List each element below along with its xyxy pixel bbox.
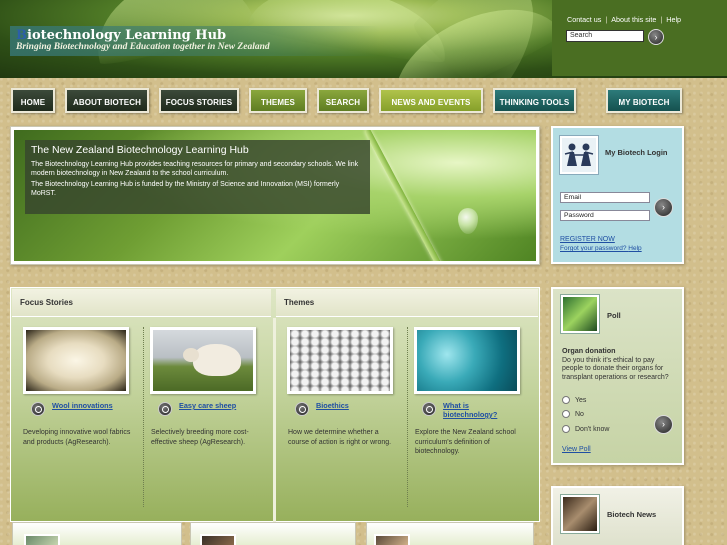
poll-thumbnail [561,295,599,333]
section-divider [273,318,276,522]
site-tagline: Bringing Biotechnology and Education tog… [16,42,270,52]
bottom-card-image[interactable] [24,534,60,545]
register-link[interactable]: REGISTER NOW [560,236,615,243]
hero-title: The New Zealand Biotechnology Learning H… [31,144,249,156]
hero-image-grass-dewdrop: The New Zealand Biotechnology Learning H… [14,130,536,261]
card-separator [407,327,408,507]
radio-button[interactable] [562,396,570,404]
wool-image[interactable] [23,327,129,394]
radio-button[interactable] [562,410,570,418]
poll-submit-button[interactable]: › [654,415,673,434]
people-icon [562,138,596,172]
magnifier-icon[interactable] [422,402,436,416]
site-header: Biotechnology Learning Hub Bringing Biot… [0,0,727,78]
card-title-what-is-biotech[interactable]: What is biotechnology? [443,401,513,419]
poll-option-no[interactable]: No [562,410,584,418]
nav-home[interactable]: HOME [11,88,55,113]
link-separator: | [605,15,608,24]
hero-banner: The New Zealand Biotechnology Learning H… [10,126,540,265]
news-panel: Biotech News [551,486,684,545]
nav-about-biotech[interactable]: ABOUT BIOTECH [65,88,149,113]
hero-text-box: The New Zealand Biotechnology Learning H… [25,140,370,214]
poll-question: Do you think it's ethical to pay people … [562,357,669,381]
poll-panel: Poll Organ donation Do you think it's et… [551,287,684,465]
card-separator [143,327,144,507]
nav-news-and-events[interactable]: NEWS AND EVENTS [379,88,483,113]
nav-thinking-tools[interactable]: THINKING TOOLS [493,88,576,113]
poll-option-label: Don't know [575,425,610,433]
card-title-wool[interactable]: Wool innovations [52,401,113,410]
forgot-password-link[interactable]: Forgot your password? [560,245,626,252]
email-field[interactable]: Email [560,192,650,203]
bottom-card-image[interactable] [200,534,236,545]
news-title[interactable]: Biotech News [607,510,656,519]
login-title: My Biotech Login [605,148,668,157]
poll-title: Poll [607,311,621,320]
utility-links: Contact us | About this site | Help [567,15,681,24]
radio-button[interactable] [562,425,570,433]
view-poll-link[interactable]: View Poll [562,446,591,453]
card-title-sheep[interactable]: Easy care sheep [179,401,236,410]
poll-option-label: Yes [575,396,587,404]
contact-link[interactable]: Contact us [567,15,601,24]
bioethics-image[interactable] [287,327,393,394]
poll-question-title: Organ donation [562,346,616,355]
nav-themes[interactable]: THEMES [249,88,307,113]
login-go-button[interactable]: › [654,198,673,217]
login-panel: My Biotech Login Email Password › REGIST… [551,126,684,264]
magnifier-icon[interactable] [158,402,172,416]
nav-my-biotech[interactable]: MY BIOTECH [606,88,682,113]
link-separator: | [660,15,663,24]
hero-paragraph: The Biotechnology Learning Hub is funded… [31,181,340,197]
hero-grass-stem [364,130,450,261]
forgot-help-links: Forgot your password? Help [560,245,642,252]
focus-stories-heading: Focus Stories [12,289,271,317]
help-link[interactable]: Help [666,15,681,24]
search-input[interactable]: Search [566,30,644,42]
password-field[interactable]: Password [560,210,650,221]
sheep-body [193,344,241,376]
nav-search[interactable]: SEARCH [317,88,369,113]
themes-heading: Themes [276,289,538,317]
site-logo-text: iotechnology Learning Hub [27,28,227,43]
card-desc-wool: Developing innovative wool fabrics and p… [23,429,131,446]
login-avatar [560,136,598,174]
bottom-card-image[interactable] [374,534,410,545]
about-site-link[interactable]: About this site [611,15,656,24]
card-desc-bioethics: How we determine whether a course of act… [288,429,392,446]
card-desc-sheep: Selectively breeding more cost-effective… [151,429,249,446]
poll-option-dont-know[interactable]: Don't know [562,425,609,433]
magnifier-icon[interactable] [31,402,45,416]
poll-option-yes[interactable]: Yes [562,396,586,404]
card-title-bioethics[interactable]: Bioethics [316,401,349,410]
login-help-link[interactable]: Help [628,245,641,252]
card-desc-what-is-biotech: Explore the New Zealand school curriculu… [415,429,516,455]
news-thumbnail [561,495,599,533]
what-is-biotech-image[interactable] [414,327,520,394]
search-go-button[interactable]: › [648,29,664,45]
site-logo-initial: B [16,28,27,43]
site-logo-title[interactable]: Biotechnology Learning Hub [16,28,226,43]
sheep-head [183,348,199,362]
hero-paragraph: The Biotechnology Learning Hub provides … [31,161,359,177]
magnifier-icon[interactable] [295,402,309,416]
nav-focus-stories[interactable]: FOCUS STORIES [159,88,239,113]
hero-dewdrop [458,208,478,234]
sheep-image[interactable] [150,327,256,394]
poll-option-label: No [575,410,584,418]
